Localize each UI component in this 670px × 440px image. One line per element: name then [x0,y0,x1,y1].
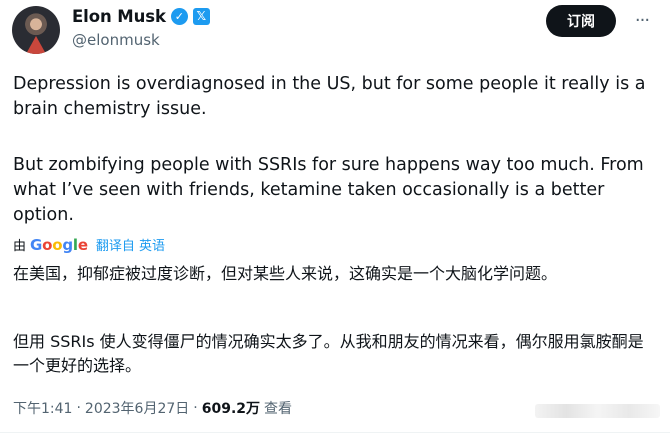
meta-separator: · [193,400,198,416]
author-name[interactable]: Elon Musk [72,7,166,26]
translated-by-label: 由 [13,239,27,254]
avatar[interactable] [12,6,60,54]
tweet-time[interactable]: 下午1:41 [13,398,72,418]
view-count: 609.2万 [201,401,261,417]
tweet-paragraph-1: Depression is overdiagnosed in the US, b… [13,74,646,119]
verified-badge-icon[interactable]: ✓ [170,8,188,25]
divider [0,432,670,433]
x-affiliation-icon[interactable]: 𝕏 [192,8,210,25]
more-options-icon[interactable]: ··· [630,10,654,32]
google-logo: Google [30,235,88,254]
translated-from-link[interactable]: 翻译自 英语 [96,235,165,254]
translation-attribution: 由 Google 翻译自 英语 [13,235,165,255]
tweet-date[interactable]: 2023年6月27日 [85,398,189,418]
views-label: 查看 [264,401,293,417]
tweet-meta: 下午1:41 · 2023年6月27日 · 609.2万 查看 [13,398,292,418]
meta-separator: · [76,400,81,416]
translation-paragraph-1: 在美国，抑郁症被过度诊断，但对某些人来说，这确实是一个大脑化学问题。 [13,264,558,283]
tweet-header: Elon Musk ✓ 𝕏 @elonmusk 订阅 ··· [0,0,670,62]
subscribe-button[interactable]: 订阅 [546,5,616,37]
tweet-paragraph-2: But zombifying people with SSRIs for sur… [13,155,644,225]
translation-paragraph-2: 但用 SSRIs 使人变得僵尸的情况确实太多了。从我和朋友的情况来看，偶尔服用氯… [13,332,644,375]
watermark-blur [535,404,660,418]
author-handle[interactable]: @elonmusk [72,31,160,49]
author-name-row: Elon Musk ✓ 𝕏 [72,7,210,26]
